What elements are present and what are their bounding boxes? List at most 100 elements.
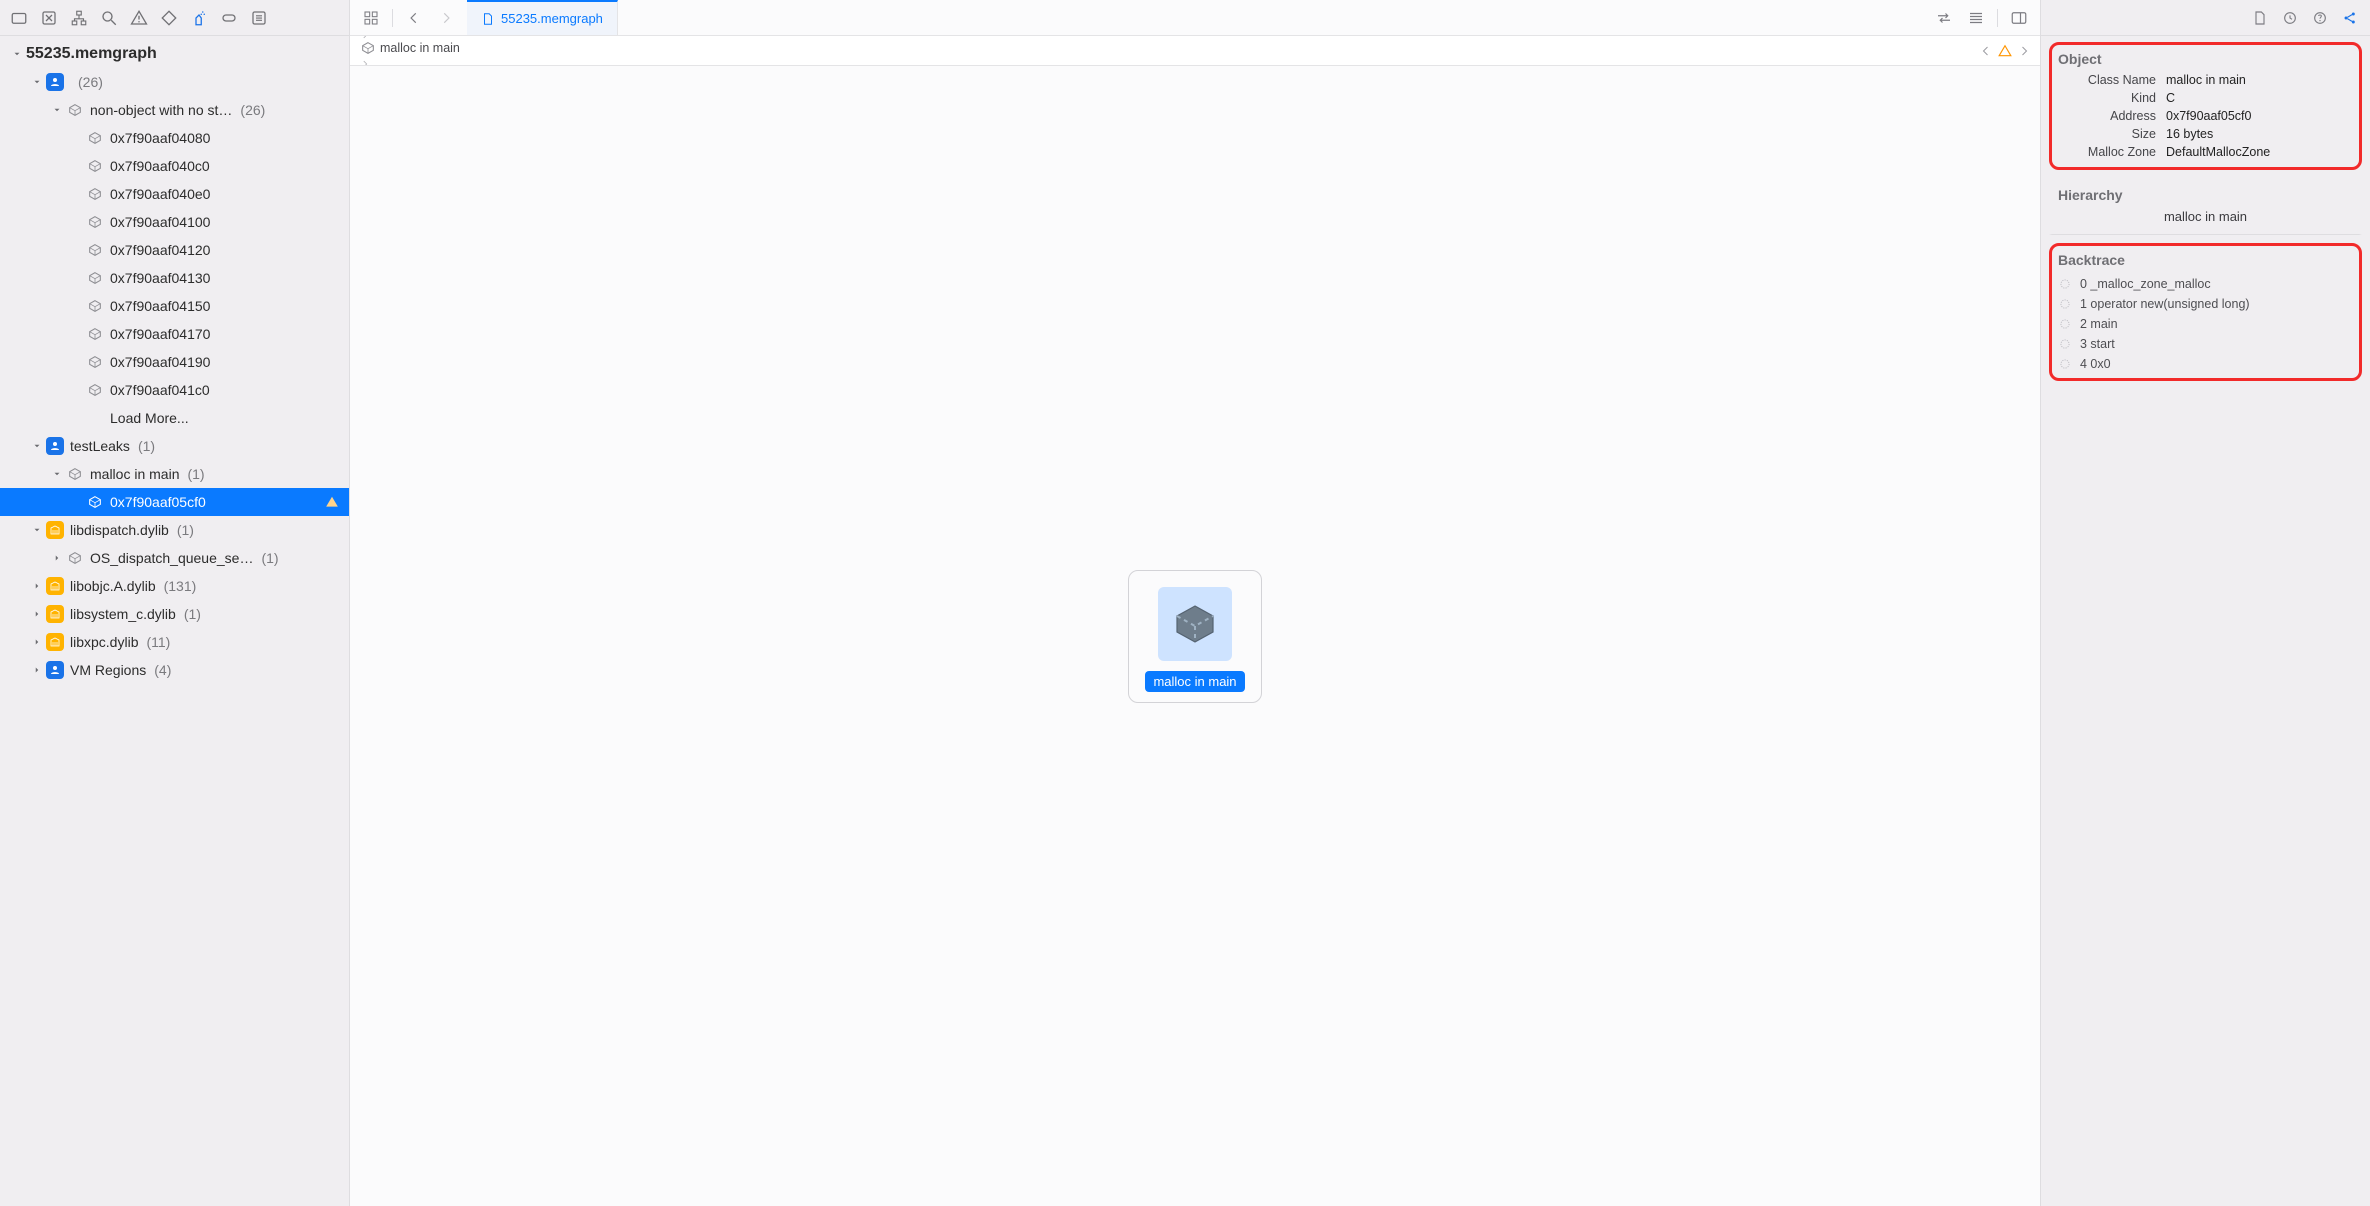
box-icon bbox=[87, 242, 103, 258]
box-icon bbox=[87, 130, 103, 146]
backtrace-row[interactable]: 2 main bbox=[2056, 314, 2355, 334]
disclosure-icon[interactable] bbox=[30, 607, 44, 621]
tree-label: 0x7f90aaf04190 bbox=[110, 354, 210, 370]
chevron-right-icon[interactable] bbox=[2018, 45, 2030, 57]
hierarchy-section: Hierarchy malloc in main bbox=[2049, 178, 2362, 235]
search-icon[interactable] bbox=[100, 9, 118, 27]
nav-back-icon[interactable] bbox=[403, 7, 425, 29]
chevron-right-icon bbox=[360, 59, 475, 66]
frame-icon bbox=[2058, 277, 2072, 291]
tree-row[interactable]: OS_dispatch_queue_se…(1) bbox=[0, 544, 349, 572]
disclosure-icon[interactable] bbox=[10, 47, 24, 61]
kv-value: C bbox=[2166, 91, 2355, 105]
breadcrumb-item[interactable]: malloc in main bbox=[360, 40, 460, 56]
tree-row[interactable]: VM Regions(4) bbox=[0, 656, 349, 684]
disclosure-icon[interactable] bbox=[30, 663, 44, 677]
list-square-icon[interactable] bbox=[250, 9, 268, 27]
tree-row[interactable]: 0x7f90aaf041c0 bbox=[0, 376, 349, 404]
graph-canvas[interactable]: malloc in main bbox=[350, 66, 2040, 1206]
tree-row[interactable]: 0x7f90aaf05cf0 bbox=[0, 488, 349, 516]
disclosure-icon[interactable] bbox=[50, 551, 64, 565]
disclosure-icon[interactable] bbox=[50, 467, 64, 481]
tree-row[interactable]: 0x7f90aaf04170 bbox=[0, 320, 349, 348]
row-icon bbox=[86, 269, 104, 287]
tree-row[interactable]: libxpc.dylib(11) bbox=[0, 628, 349, 656]
help-icon[interactable] bbox=[2312, 10, 2328, 26]
tree-row[interactable]: 0x7f90aaf04130 bbox=[0, 264, 349, 292]
tree-count: (26) bbox=[78, 74, 103, 90]
lines-icon[interactable] bbox=[1965, 7, 1987, 29]
disclosure-icon[interactable] bbox=[30, 635, 44, 649]
graph-node[interactable]: malloc in main bbox=[1128, 570, 1261, 703]
box-icon bbox=[87, 326, 103, 342]
nav-forward-icon[interactable] bbox=[435, 7, 457, 29]
share-branch-icon[interactable] bbox=[2342, 10, 2358, 26]
tree-row[interactable]: 0x7f90aaf04150 bbox=[0, 292, 349, 320]
close-box-icon[interactable] bbox=[40, 9, 58, 27]
box-icon bbox=[87, 214, 103, 230]
tree-row[interactable]: 0x7f90aaf04100 bbox=[0, 208, 349, 236]
hierarchy-icon[interactable] bbox=[70, 9, 88, 27]
tree-count: (1) bbox=[177, 522, 194, 538]
pill-icon[interactable] bbox=[220, 9, 238, 27]
history-icon[interactable] bbox=[2282, 10, 2298, 26]
kv-label: Class Name bbox=[2056, 73, 2156, 87]
diamond-icon[interactable] bbox=[160, 9, 178, 27]
sidebar-toggle-icon[interactable] bbox=[2008, 7, 2030, 29]
tree-count: (131) bbox=[164, 578, 197, 594]
tree-label: malloc in main bbox=[90, 466, 179, 482]
tree-row[interactable]: libobjc.A.dylib(131) bbox=[0, 572, 349, 600]
section-title: Hierarchy bbox=[2058, 187, 2355, 203]
row-icon bbox=[86, 297, 104, 315]
navigator-panel: 55235.memgraph (26) non-object with no st…… bbox=[0, 0, 350, 1206]
new-doc-icon[interactable] bbox=[2252, 10, 2268, 26]
tree-row[interactable]: 0x7f90aaf040c0 bbox=[0, 152, 349, 180]
row-icon bbox=[46, 577, 64, 595]
tree-label: testLeaks bbox=[70, 438, 130, 454]
warning-triangle-icon[interactable] bbox=[1998, 44, 2012, 58]
tree-row[interactable]: libdispatch.dylib (1) bbox=[0, 516, 349, 544]
row-icon bbox=[46, 661, 64, 679]
tree-row[interactable]: 0x7f90aaf04120 bbox=[0, 236, 349, 264]
tree-row[interactable]: 0x7f90aaf040e0 bbox=[0, 180, 349, 208]
frame-icon bbox=[2058, 357, 2072, 371]
backtrace-row[interactable]: 1 operator new(unsigned long) bbox=[2056, 294, 2355, 314]
spray-icon[interactable] bbox=[190, 9, 208, 27]
warning-icon[interactable] bbox=[130, 9, 148, 27]
disclosure-icon[interactable] bbox=[50, 103, 64, 117]
backtrace-text: 4 0x0 bbox=[2080, 357, 2111, 371]
row-icon bbox=[86, 493, 104, 511]
disclosure-icon[interactable] bbox=[30, 75, 44, 89]
row-icon bbox=[46, 73, 64, 91]
tree-row[interactable]: libsystem_c.dylib(1) bbox=[0, 600, 349, 628]
disclosure-icon[interactable] bbox=[30, 523, 44, 537]
swap-arrows-icon[interactable] bbox=[1933, 7, 1955, 29]
backtrace-row[interactable]: 4 0x0 bbox=[2056, 354, 2355, 374]
folder-icon[interactable] bbox=[10, 9, 28, 27]
tree-row[interactable]: Load More... bbox=[0, 404, 349, 432]
tree-row[interactable]: 0x7f90aaf04080 bbox=[0, 124, 349, 152]
tree-row[interactable]: non-object with no st…(26) bbox=[0, 96, 349, 124]
tree-root[interactable]: 55235.memgraph bbox=[0, 40, 349, 68]
tree-label: 0x7f90aaf040c0 bbox=[110, 158, 210, 174]
disclosure-icon[interactable] bbox=[30, 439, 44, 453]
tree-label: libdispatch.dylib bbox=[70, 522, 169, 538]
tree-row[interactable]: (26) bbox=[0, 68, 349, 96]
tree-row[interactable]: 0x7f90aaf04190 bbox=[0, 348, 349, 376]
disclosure-icon[interactable] bbox=[30, 579, 44, 593]
backtrace-row[interactable]: 0 _malloc_zone_malloc bbox=[2056, 274, 2355, 294]
navigator-tree[interactable]: 55235.memgraph (26) non-object with no st…… bbox=[0, 36, 349, 1206]
chevron-left-icon[interactable] bbox=[1980, 45, 1992, 57]
tree-row[interactable]: testLeaks(1) bbox=[0, 432, 349, 460]
grid-icon[interactable] bbox=[360, 7, 382, 29]
breadcrumb-bar: 55235.memgraphtestLeaksmalloc in main0x7… bbox=[350, 36, 2040, 66]
box-icon bbox=[87, 354, 103, 370]
row-icon bbox=[86, 325, 104, 343]
row-icon bbox=[86, 381, 104, 399]
backtrace-row[interactable]: 3 start bbox=[2056, 334, 2355, 354]
tab-file[interactable]: 55235.memgraph bbox=[467, 0, 618, 35]
tree-count: (1) bbox=[184, 606, 201, 622]
tree-row[interactable]: malloc in main(1) bbox=[0, 460, 349, 488]
box-icon bbox=[87, 382, 103, 398]
row-icon bbox=[66, 101, 84, 119]
